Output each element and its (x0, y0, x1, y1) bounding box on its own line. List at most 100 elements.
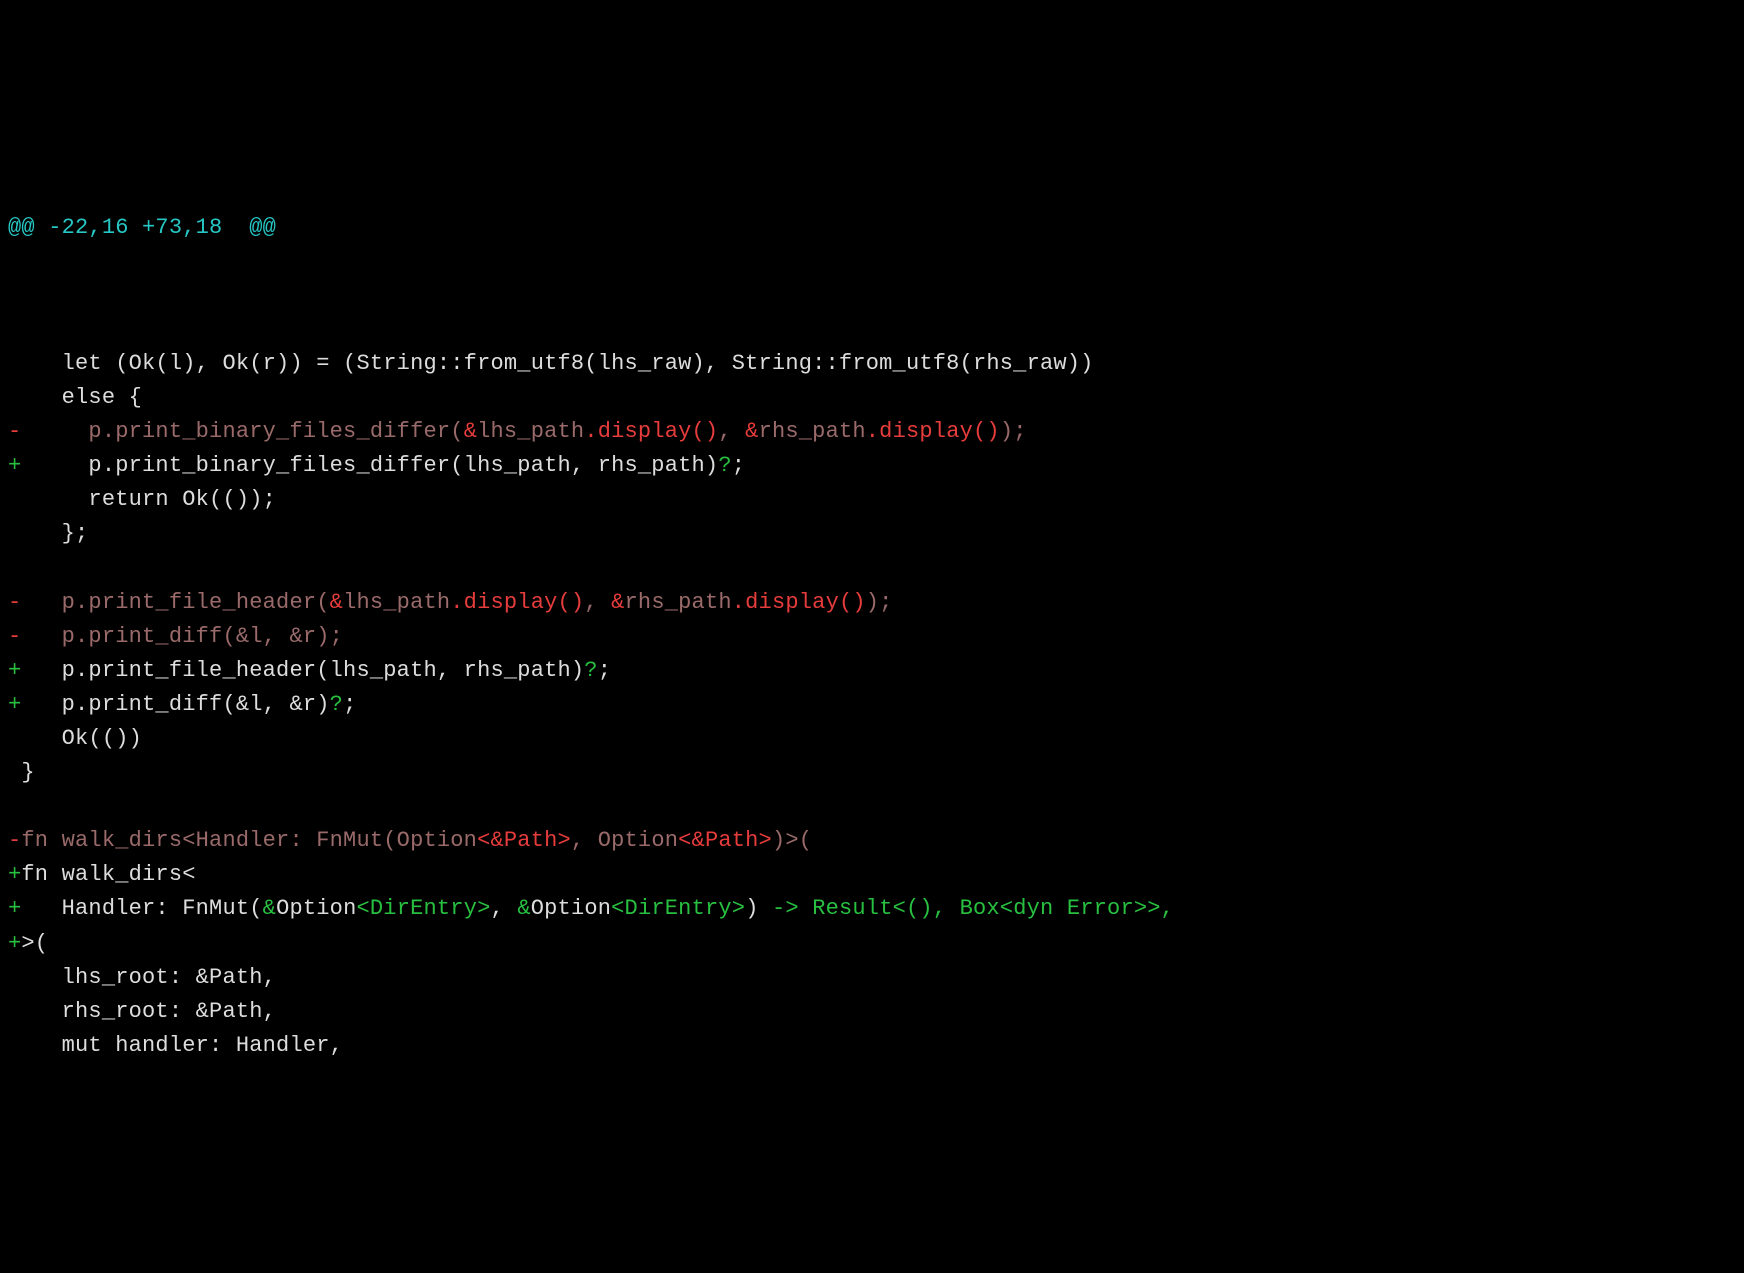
diff-segment: }; (21, 521, 88, 546)
diff-segment: , (718, 419, 745, 444)
diff-segment: lhs_path (477, 419, 584, 444)
diff-segment: <&Path> (477, 828, 571, 853)
diff-line: lhs_root: &Path, (8, 961, 1736, 995)
diff-minus-sign: - (8, 828, 21, 853)
diff-plus-sign: + (8, 896, 21, 921)
diff-segment: p.print_diff(&l, &r) (21, 692, 329, 717)
diff-segment: p.print_file_header( (21, 590, 329, 615)
diff-lines: let (Ok(l), Ok(r)) = (String::from_utf8(… (8, 313, 1736, 1063)
diff-context-sign (8, 317, 21, 342)
diff-segment: .display() (584, 419, 718, 444)
diff-line: + Handler: FnMut(&Option<DirEntry>, &Opt… (8, 892, 1736, 926)
diff-segment: .display() (732, 590, 866, 615)
diff-line: }; (8, 517, 1736, 551)
diff-segment: )>( (772, 828, 812, 853)
diff-segment: & (263, 896, 276, 921)
diff-segment: ? (330, 692, 343, 717)
diff-line: - p.print_diff(&l, &r); (8, 620, 1736, 654)
diff-line: + p.print_diff(&l, &r)?; (8, 688, 1736, 722)
diff-segment: Handler: FnMut( (21, 896, 262, 921)
diff-line: +fn walk_dirs< (8, 858, 1736, 892)
diff-segment: rhs_path (625, 590, 732, 615)
diff-line: Ok(()) (8, 722, 1736, 756)
diff-context-sign (8, 351, 21, 376)
diff-segment: rhs_path (759, 419, 866, 444)
diff-segment: & (330, 590, 343, 615)
diff-plus-sign: + (8, 692, 21, 717)
diff-view: @@ -22,16 +73,18 @@ let (Ok(l), Ok(r)) =… (8, 142, 1736, 1097)
diff-segment: ; (343, 692, 356, 717)
diff-segment: } (21, 760, 34, 785)
diff-line: return Ok(()); (8, 483, 1736, 517)
diff-segment: & (745, 419, 758, 444)
diff-minus-sign: - (8, 419, 21, 444)
diff-context-sign (8, 556, 21, 581)
diff-segment: Option (276, 896, 356, 921)
diff-segment: rhs_root: &Path, (21, 999, 276, 1024)
diff-segment: p.print_diff(&l, &r); (21, 624, 343, 649)
diff-segment: , (491, 896, 518, 921)
diff-line: + p.print_file_header(lhs_path, rhs_path… (8, 654, 1736, 688)
diff-plus-sign: + (8, 862, 21, 887)
diff-segment: else { (21, 385, 142, 410)
diff-line: +>( (8, 927, 1736, 961)
diff-context-sign (8, 726, 21, 751)
diff-line (8, 790, 1736, 824)
diff-segment: <&Path> (678, 828, 772, 853)
diff-segment: ? (718, 453, 731, 478)
diff-segment: fn walk_dirs<Handler: FnMut(Option (21, 828, 477, 853)
diff-line: - p.print_binary_files_differ(&lhs_path.… (8, 415, 1736, 449)
diff-segment: ; (598, 658, 611, 683)
diff-minus-sign: - (8, 624, 21, 649)
diff-segment: & (464, 419, 477, 444)
diff-line: + p.print_binary_files_differ(lhs_path, … (8, 449, 1736, 483)
diff-line: -fn walk_dirs<Handler: FnMut(Option<&Pat… (8, 824, 1736, 858)
diff-context-sign (8, 487, 21, 512)
diff-segment: ; (732, 453, 745, 478)
diff-line: rhs_root: &Path, (8, 995, 1736, 1029)
diff-segment: Ok(()) (21, 726, 142, 751)
diff-line: } (8, 756, 1736, 790)
diff-plus-sign: + (8, 931, 21, 956)
diff-line: else { (8, 381, 1736, 415)
diff-line (8, 313, 1736, 347)
diff-segment: lhs_root: &Path, (21, 965, 276, 990)
diff-segment: ); (866, 590, 893, 615)
diff-segment: p.print_file_header(lhs_path, rhs_path) (21, 658, 584, 683)
diff-segment: <DirEntry> (356, 896, 490, 921)
diff-segment: , (584, 590, 611, 615)
diff-context-sign (8, 760, 21, 785)
diff-segment: ) (745, 896, 758, 921)
diff-plus-sign: + (8, 453, 21, 478)
diff-hunk-header: @@ -22,16 +73,18 @@ (8, 211, 1736, 245)
diff-context-sign (8, 999, 21, 1024)
diff-segment: mut handler: Handler, (21, 1033, 343, 1058)
diff-plus-sign: + (8, 658, 21, 683)
diff-line: let (Ok(l), Ok(r)) = (String::from_utf8(… (8, 347, 1736, 381)
diff-segment: p.print_binary_files_differ( (21, 419, 463, 444)
diff-context-sign (8, 385, 21, 410)
diff-line: mut handler: Handler, (8, 1029, 1736, 1063)
diff-segment: ? (584, 658, 597, 683)
diff-minus-sign: - (8, 590, 21, 615)
diff-segment: lhs_path (343, 590, 450, 615)
diff-segment: .display() (450, 590, 584, 615)
diff-segment: & (517, 896, 530, 921)
diff-line (8, 552, 1736, 586)
diff-context-sign (8, 965, 21, 990)
diff-context-sign (8, 1033, 21, 1058)
diff-segment: >( (21, 931, 48, 956)
diff-segment: fn walk_dirs< (21, 862, 195, 887)
diff-segment: .display() (866, 419, 1000, 444)
diff-segment: -> Result<(), Box<dyn Error>>, (759, 896, 1174, 921)
diff-segment: let (Ok(l), Ok(r)) = (String::from_utf8(… (21, 351, 1093, 376)
diff-context-sign (8, 794, 21, 819)
diff-context-sign (8, 521, 21, 546)
diff-segment: Option (531, 896, 611, 921)
diff-segment: return Ok(()); (21, 487, 276, 512)
diff-segment: , Option (571, 828, 678, 853)
diff-segment: ); (1000, 419, 1027, 444)
diff-line: - p.print_file_header(&lhs_path.display(… (8, 586, 1736, 620)
diff-segment: <DirEntry> (611, 896, 745, 921)
diff-segment: p.print_binary_files_differ(lhs_path, rh… (21, 453, 718, 478)
